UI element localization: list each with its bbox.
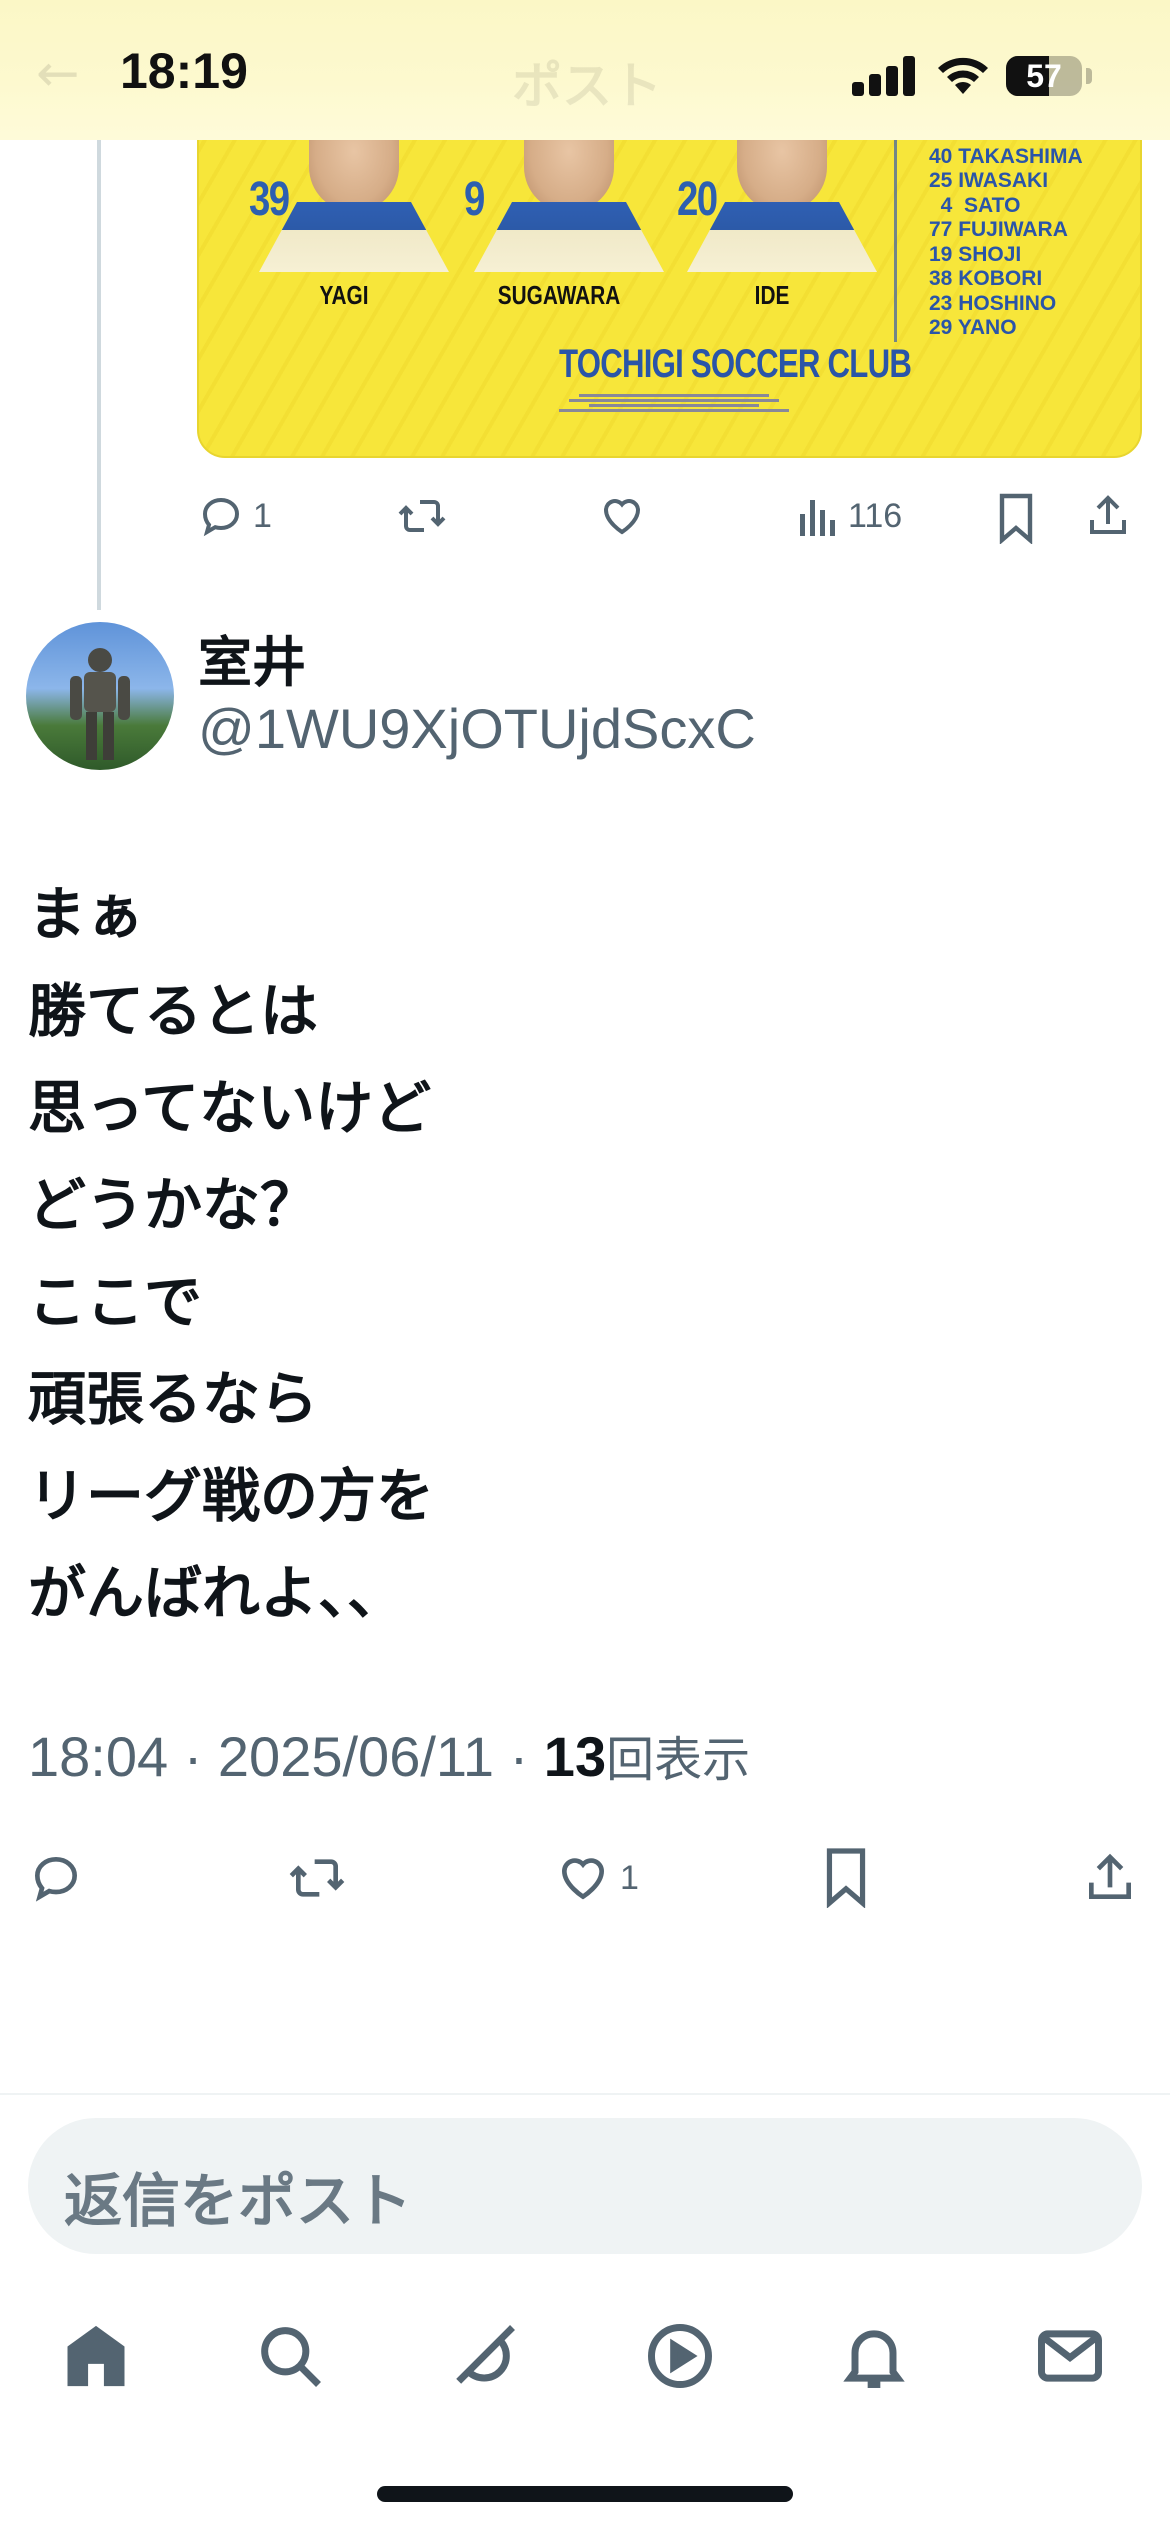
reply-icon — [34, 1856, 78, 1902]
player-name: IDE — [754, 280, 790, 310]
like-button[interactable]: 1 — [554, 1850, 639, 1906]
roster-entry: 29 YANO — [929, 316, 1017, 339]
repost-button[interactable] — [396, 492, 448, 540]
roster-entry: 19 SHOJI — [929, 242, 1022, 266]
meta-separator: · — [168, 1725, 218, 1788]
roster-entry: 23 HOSHINO — [929, 291, 1057, 315]
roster-entry: 38 KOBORI — [929, 267, 1043, 290]
battery-tip — [1086, 68, 1092, 84]
views-count: 116 — [848, 496, 903, 535]
bottom-navigation — [0, 2300, 1170, 2410]
roster-entry: 40 TAKASHIMA — [929, 144, 1083, 168]
battery-percent: 57 — [1026, 58, 1062, 94]
tweet-detail-screen: ← ポスト 18:19 57 39 YAGI 9 SUGAWARA 20 IDE… — [0, 0, 1170, 2532]
share-icon — [1090, 495, 1126, 534]
nav-grok[interactable] — [446, 2318, 522, 2394]
grok-icon — [456, 2325, 515, 2384]
video-icon — [648, 2324, 712, 2388]
player-jersey — [474, 202, 664, 272]
views-button[interactable]: 116 — [796, 492, 902, 540]
club-logo: TOCHIGI SOCCER CLUB — [559, 342, 912, 386]
tweet-body: まぁ 勝てるとは 思ってないけど どうかな？ ここで 頑張るなら リーグ戦の方を… — [28, 866, 1128, 1642]
roster-entry: 4 SATO — [929, 193, 1021, 217]
tweet-metadata: 18:04 · 2025/06/11 · 13回表示 — [28, 1720, 750, 1790]
tweet-line: ここで — [28, 1268, 203, 1336]
reply-button[interactable] — [28, 1850, 84, 1906]
tweet-line: 頑張るなら — [28, 1365, 319, 1433]
tweet-date[interactable]: 2025/06/11 — [218, 1725, 494, 1788]
like-button[interactable] — [598, 492, 646, 540]
home-indicator[interactable] — [377, 2486, 793, 2502]
player-number: 39 — [249, 173, 290, 226]
heart-icon — [561, 1858, 605, 1900]
back-arrow-icon[interactable]: ← — [36, 44, 80, 104]
status-time: 18:19 — [120, 43, 248, 99]
player-name: SUGAWARA — [497, 280, 621, 310]
nav-search[interactable] — [252, 2318, 328, 2394]
header-title: ポスト — [512, 57, 662, 115]
reply-input[interactable]: 返信をポスト — [28, 2118, 1142, 2254]
analytics-icon — [800, 500, 835, 536]
status-bar: ← ポスト 18:19 57 — [0, 0, 1170, 140]
club-tagline-graphic — [559, 392, 789, 414]
player-name: YAGI — [319, 280, 369, 310]
divider — [0, 2093, 1170, 2095]
author-display-name[interactable]: 室井 — [198, 618, 306, 697]
heart-icon — [603, 499, 641, 535]
tweet-line: どうかな？ — [28, 1171, 319, 1239]
tweet-views-count: 13 — [543, 1725, 607, 1788]
home-icon — [67, 2325, 125, 2387]
author-handle[interactable]: @1WU9XjOTUjdScxC — [198, 696, 756, 761]
bookmark-icon — [999, 493, 1033, 544]
tweet-line: リーグ戦の方を — [28, 1462, 435, 1530]
meta-separator: · — [494, 1725, 544, 1788]
player-number: 20 — [677, 173, 718, 226]
messages-icon — [1038, 2330, 1102, 2382]
nav-messages[interactable] — [1032, 2318, 1108, 2394]
avatar[interactable] — [26, 622, 174, 770]
player-number: 9 — [464, 173, 485, 226]
roster-list: 31 SHIKANO 40 TAKASHIMA 25 IWASAKI 4 SAT… — [929, 120, 1083, 341]
thread-connector-line — [97, 140, 101, 610]
tweet-line: 思ってないけど — [28, 1074, 432, 1142]
cellular-signal-icon — [852, 56, 916, 96]
search-icon — [261, 2327, 321, 2387]
reply-count: 1 — [253, 496, 272, 535]
nav-home[interactable] — [58, 2318, 134, 2394]
share-button[interactable] — [1082, 1850, 1138, 1906]
notifications-icon — [843, 2330, 905, 2388]
repost-button[interactable] — [286, 1850, 348, 1906]
share-icon — [1089, 1853, 1131, 1899]
reply-placeholder: 返信をポスト — [64, 2167, 413, 2235]
tweet-views-label: 回表示 — [606, 1732, 751, 1788]
battery-icon: 57 — [1006, 56, 1082, 96]
tweet-time[interactable]: 18:04 — [28, 1725, 168, 1788]
nav-video[interactable] — [642, 2318, 718, 2394]
like-count: 1 — [620, 1858, 639, 1897]
bookmark-button[interactable] — [994, 492, 1038, 544]
bookmark-icon — [826, 1848, 866, 1908]
share-button[interactable] — [1084, 492, 1132, 540]
bookmark-button[interactable] — [820, 1846, 872, 1908]
wifi-icon — [938, 57, 988, 94]
roster-entry: 77 FUJIWARA — [929, 218, 1068, 241]
tweet-media-image[interactable]: 39 YAGI 9 SUGAWARA 20 IDE 31 SHIKANO 40 … — [197, 100, 1142, 458]
robot-statue-image — [70, 648, 130, 760]
roster-entry: 25 IWASAKI — [929, 169, 1049, 192]
reply-icon — [202, 497, 240, 537]
repost-icon — [289, 1859, 345, 1897]
nav-notifications[interactable] — [836, 2318, 912, 2394]
tweet-line: まぁ — [28, 880, 145, 948]
tweet-line: がんばれよ、、 — [28, 1559, 406, 1627]
reply-button[interactable]: 1 — [197, 492, 272, 540]
tweet-line: 勝てるとは — [28, 977, 319, 1045]
repost-icon — [398, 500, 446, 532]
